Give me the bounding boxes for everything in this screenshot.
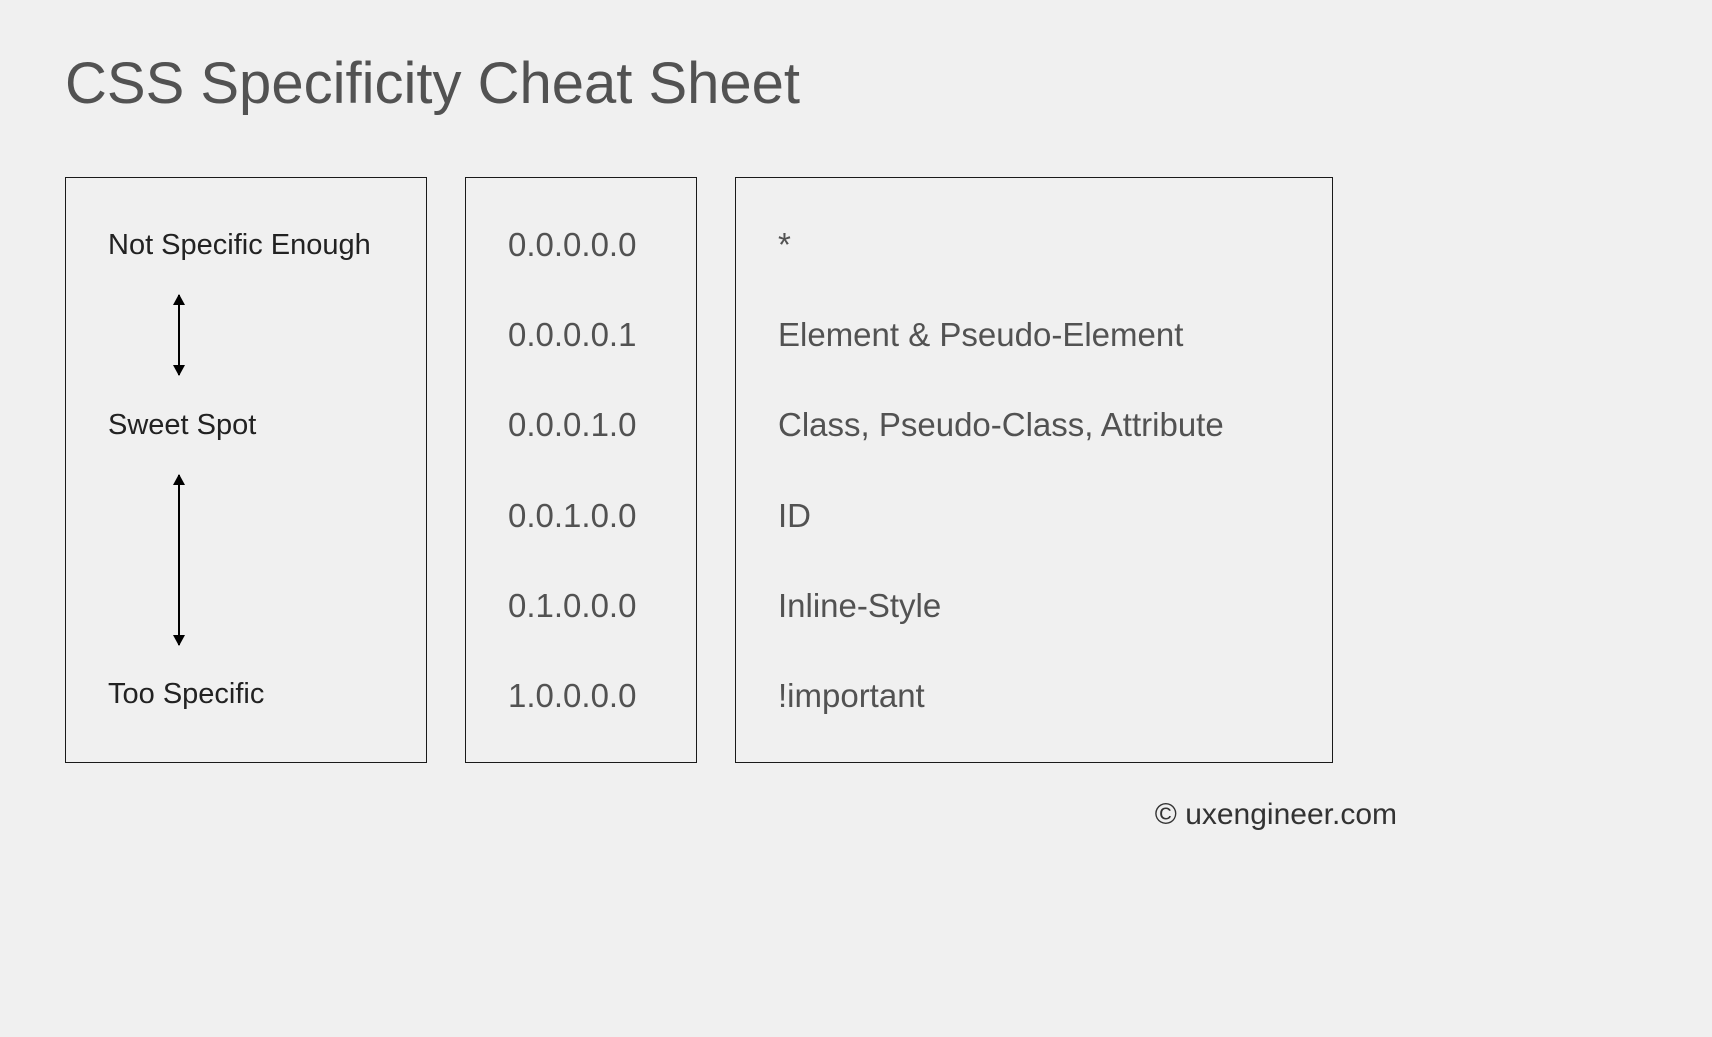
specificity-value: 0.1.0.0.0 [508,589,654,622]
values-panel: 0.0.0.0.0 0.0.0.0.1 0.0.0.1.0 0.0.1.0.0 … [465,177,697,763]
selector-description: ID [778,499,1290,532]
spectrum-low-label: Not Specific Enough [108,228,384,263]
columns-container: Not Specific Enough Sweet Spot Too Speci… [65,177,1647,763]
selector-description: Class, Pseudo-Class, Attribute [778,408,1290,441]
double-arrow-icon [178,475,180,645]
descriptions-panel: * Element & Pseudo-Element Class, Pseudo… [735,177,1333,763]
arrow-short-wrap [108,295,384,375]
page-title: CSS Specificity Cheat Sheet [65,50,1647,117]
specificity-value: 1.0.0.0.0 [508,679,654,712]
footer-credit: © uxengineer.com [65,798,1647,832]
selector-description: Inline-Style [778,589,1290,622]
spectrum-mid-label: Sweet Spot [108,408,384,443]
selector-description: !important [778,679,1290,712]
arrow-long-wrap [108,475,384,645]
specificity-value: 0.0.0.0.0 [508,228,654,261]
specificity-value: 0.0.0.0.1 [508,318,654,351]
specificity-value: 0.0.1.0.0 [508,499,654,532]
double-arrow-icon [178,295,180,375]
selector-description: * [778,228,1290,261]
selector-description: Element & Pseudo-Element [778,318,1290,351]
spectrum-panel: Not Specific Enough Sweet Spot Too Speci… [65,177,427,763]
spectrum-high-label: Too Specific [108,677,384,712]
specificity-value: 0.0.0.1.0 [508,408,654,441]
